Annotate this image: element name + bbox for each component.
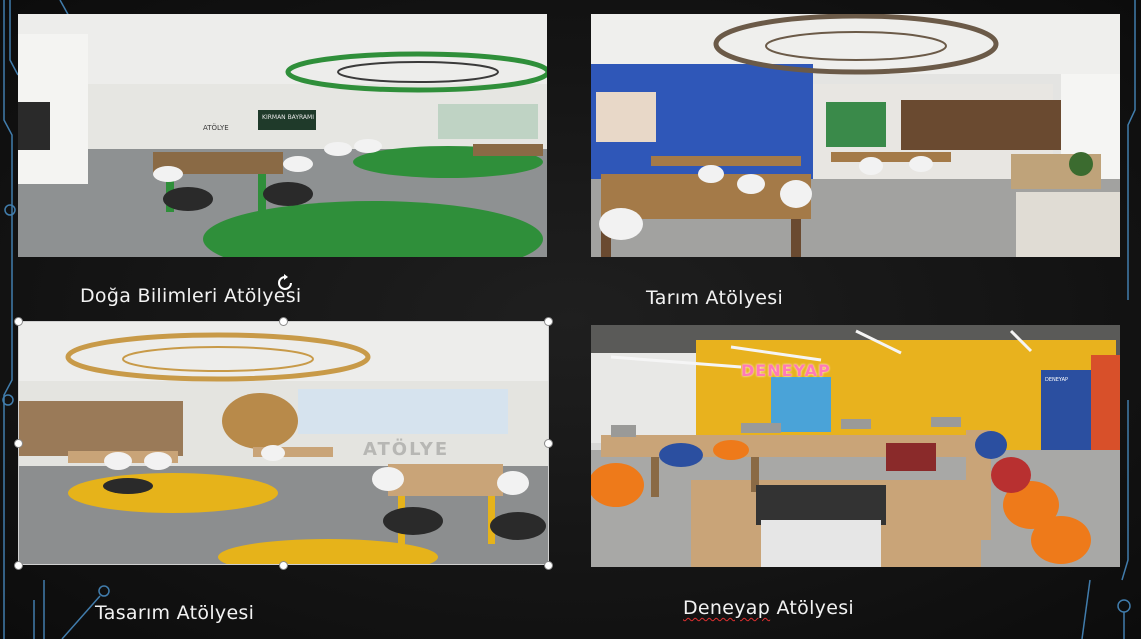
resize-handle-top-center[interactable]: [279, 317, 288, 326]
slide-canvas: ATÖLYE KIRMAN BAYRAMI ATÖLYE DENEYAP DEN…: [0, 0, 1141, 639]
resize-handle-top-right[interactable]: [544, 317, 553, 326]
caption-doga-bilimleri: Doğa Bilimleri Atölyesi: [80, 285, 302, 307]
photo-text-deneyap-banner: DENEYAP: [1045, 377, 1069, 383]
rotate-handle-icon[interactable]: [275, 273, 295, 293]
photo-doga-bilimleri: ATÖLYE KIRMAN BAYRAMI: [18, 14, 547, 257]
caption-deneyap: Deneyap Atölyesi: [683, 597, 854, 619]
resize-handle-bottom-left[interactable]: [14, 561, 23, 570]
photo-text-doga-wall: ATÖLYE: [203, 124, 229, 132]
caption-tarim: Tarım Atölyesi: [646, 287, 784, 309]
resize-handle-top-left[interactable]: [14, 317, 23, 326]
photo-tasarim: ATÖLYE: [18, 321, 549, 565]
photo-text-deneyap-logo: DENEYAP: [741, 361, 831, 380]
photo-deneyap: DENEYAP DENEYAP: [591, 325, 1120, 567]
caption-deneyap-misspelled-word: Deneyap: [683, 597, 771, 619]
photo-text-tasarim-wall: ATÖLYE: [363, 439, 450, 460]
resize-handle-middle-left[interactable]: [14, 439, 23, 448]
caption-deneyap-rest: Atölyesi: [770, 597, 854, 619]
photo-tarim: [591, 14, 1120, 257]
resize-handle-bottom-center[interactable]: [279, 561, 288, 570]
resize-handle-bottom-right[interactable]: [544, 561, 553, 570]
resize-handle-middle-right[interactable]: [544, 439, 553, 448]
caption-tasarim: Tasarım Atölyesi: [95, 602, 255, 624]
photo-text-doga-sign: KIRMAN BAYRAMI: [262, 114, 314, 121]
